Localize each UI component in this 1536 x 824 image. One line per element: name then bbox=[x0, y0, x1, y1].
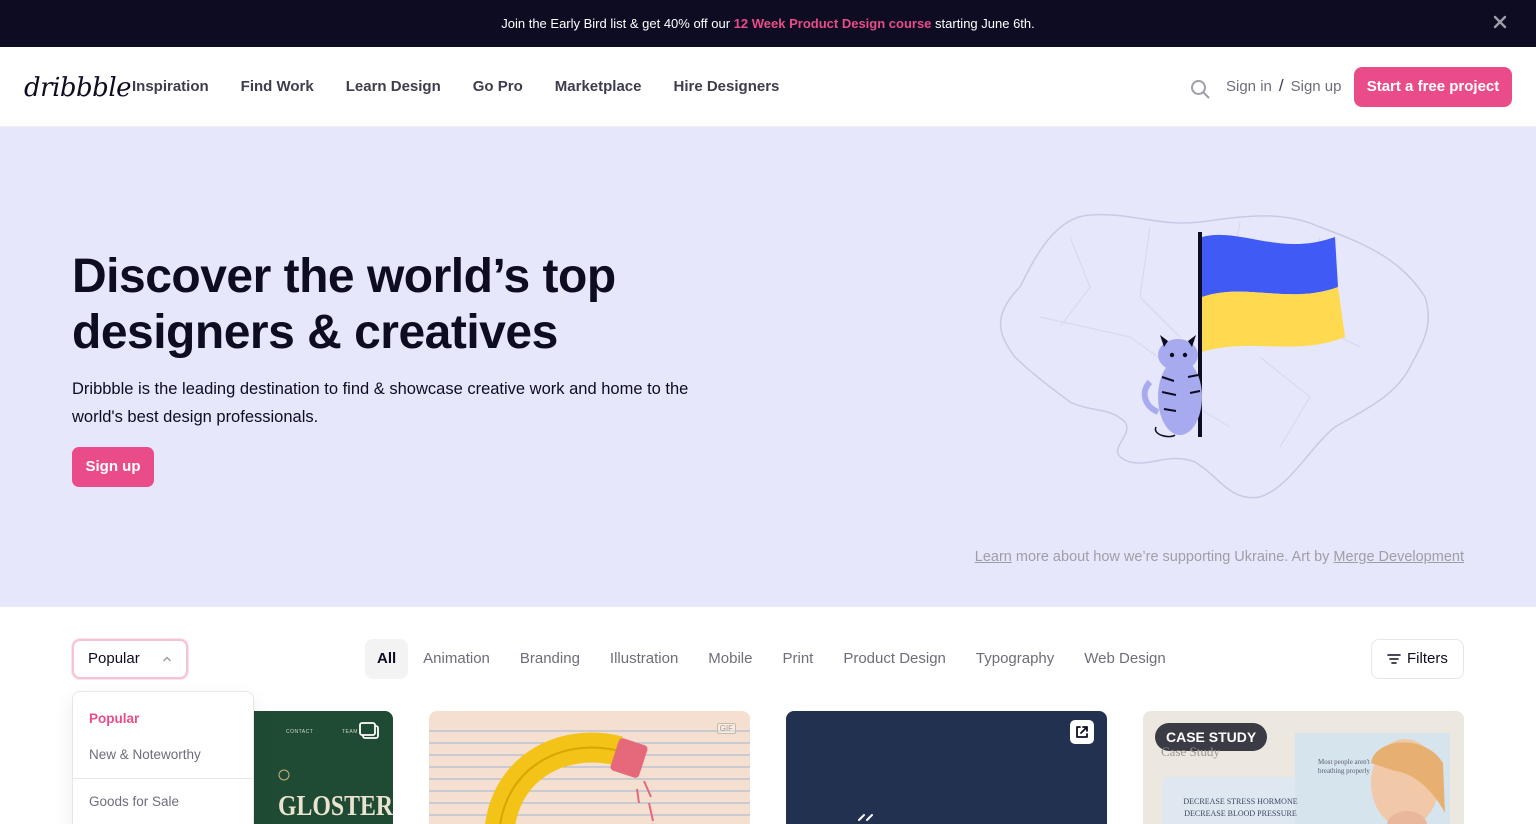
hero-description: Dribbble is the leading destination to f… bbox=[72, 380, 689, 426]
tab-all[interactable]: All bbox=[365, 639, 409, 679]
hero-title: Discover the world’s top designers & cre… bbox=[72, 250, 616, 359]
chevron-up-icon bbox=[162, 656, 172, 662]
banner-text-before: Join the Early Bird list & get 40% off o… bbox=[501, 16, 734, 31]
auth-links: Sign in / Sign up bbox=[1226, 76, 1342, 96]
credit-text: more about how we’re supporting Ukraine.… bbox=[1011, 549, 1334, 565]
sort-select-value: Popular bbox=[88, 650, 140, 667]
external-link-icon bbox=[1076, 726, 1088, 738]
tiger-mascot bbox=[1141, 335, 1202, 438]
case-study-photo bbox=[1295, 733, 1450, 824]
dropdown-divider bbox=[73, 778, 253, 779]
nav-hire-designers[interactable]: Hire Designers bbox=[674, 78, 780, 95]
multiple-shots-icon bbox=[359, 722, 379, 739]
dropdown-option-popular[interactable]: Popular bbox=[89, 711, 139, 726]
chevrons-icon bbox=[858, 814, 873, 821]
banner-course-link[interactable]: 12 Week Product Design course bbox=[734, 16, 932, 31]
tab-illustration[interactable]: Illustration bbox=[595, 639, 693, 679]
shot-card[interactable]: CASE STUDY Case Study DECREASE STRESS HO… bbox=[1143, 711, 1464, 824]
flag-yellow-stripe bbox=[1202, 287, 1345, 352]
dropdown-option-new-noteworthy[interactable]: New & Noteworthy bbox=[89, 747, 201, 762]
case-study-subtitle: Case Study bbox=[1161, 744, 1220, 759]
site-header: dribbble Inspiration Find Work Learn Des… bbox=[0, 47, 1536, 127]
shot-nav-contact: CONTACT bbox=[286, 729, 314, 735]
hero-sign-up-button[interactable]: Sign up bbox=[72, 447, 154, 487]
learn-more-link[interactable]: Learn bbox=[975, 549, 1012, 565]
badge-icon bbox=[278, 769, 290, 781]
shot-nav-team: TEAM bbox=[342, 729, 358, 735]
shot-card[interactable]: GIF bbox=[429, 711, 750, 824]
case-study-text: DECREASE STRESS HORMONE DECREASE BLOOD P… bbox=[1183, 797, 1298, 818]
case-study-quote: Most people aren't breathing properly bbox=[1318, 758, 1370, 775]
nav-marketplace[interactable]: Marketplace bbox=[555, 78, 642, 95]
hero-section: Discover the world’s top designers & cre… bbox=[0, 127, 1536, 607]
tab-product-design[interactable]: Product Design bbox=[828, 639, 961, 679]
tab-web-design[interactable]: Web Design bbox=[1069, 639, 1180, 679]
gif-badge: GIF bbox=[716, 723, 736, 734]
nav-find-work[interactable]: Find Work bbox=[241, 78, 314, 95]
tab-animation[interactable]: Animation bbox=[408, 639, 505, 679]
sort-dropdown-menu: Popular New & Noteworthy Goods for Sale bbox=[72, 691, 254, 824]
external-link-button[interactable] bbox=[1070, 720, 1094, 744]
sign-up-link[interactable]: Sign up bbox=[1291, 78, 1342, 96]
tab-typography[interactable]: Typography bbox=[961, 639, 1069, 679]
start-free-project-button[interactable]: Start a free project bbox=[1354, 67, 1512, 107]
search-icon[interactable] bbox=[1190, 79, 1210, 99]
main-nav: Inspiration Find Work Learn Design Go Pr… bbox=[132, 78, 779, 95]
sign-in-link[interactable]: Sign in bbox=[1226, 78, 1272, 96]
tab-print[interactable]: Print bbox=[767, 639, 828, 679]
nav-go-pro[interactable]: Go Pro bbox=[473, 78, 523, 95]
tab-mobile[interactable]: Mobile bbox=[693, 639, 767, 679]
ukraine-credit: Learn more about how we’re supporting Uk… bbox=[975, 549, 1464, 565]
nav-inspiration[interactable]: Inspiration bbox=[132, 78, 209, 95]
tab-branding[interactable]: Branding bbox=[505, 639, 595, 679]
sort-select[interactable]: Popular bbox=[72, 639, 188, 679]
banner-text-after: starting June 6th. bbox=[931, 16, 1035, 31]
ukraine-flag-illustration bbox=[999, 213, 1430, 499]
artist-link[interactable]: Merge Development bbox=[1333, 549, 1464, 565]
portrait-illustration bbox=[1371, 739, 1445, 824]
announcement-banner: Join the Early Bird list & get 40% off o… bbox=[0, 0, 1536, 47]
shot-title-text: GLOSTER bbox=[278, 791, 393, 822]
filters-button[interactable]: Filters bbox=[1371, 639, 1464, 679]
auth-separator: / bbox=[1278, 76, 1284, 95]
close-icon[interactable] bbox=[1492, 14, 1508, 30]
filter-icon bbox=[1387, 654, 1401, 664]
dropdown-option-goods-for-sale[interactable]: Goods for Sale bbox=[89, 794, 179, 809]
category-tabs: All Animation Branding Illustration Mobi… bbox=[365, 639, 1181, 679]
dribbble-logo[interactable]: dribbble bbox=[24, 73, 132, 103]
flag-blue-stripe bbox=[1202, 234, 1338, 297]
shot-card[interactable] bbox=[786, 711, 1107, 824]
pencil-eraser-illustration bbox=[429, 730, 750, 824]
filters-label: Filters bbox=[1407, 650, 1448, 667]
nav-learn-design[interactable]: Learn Design bbox=[346, 78, 441, 95]
